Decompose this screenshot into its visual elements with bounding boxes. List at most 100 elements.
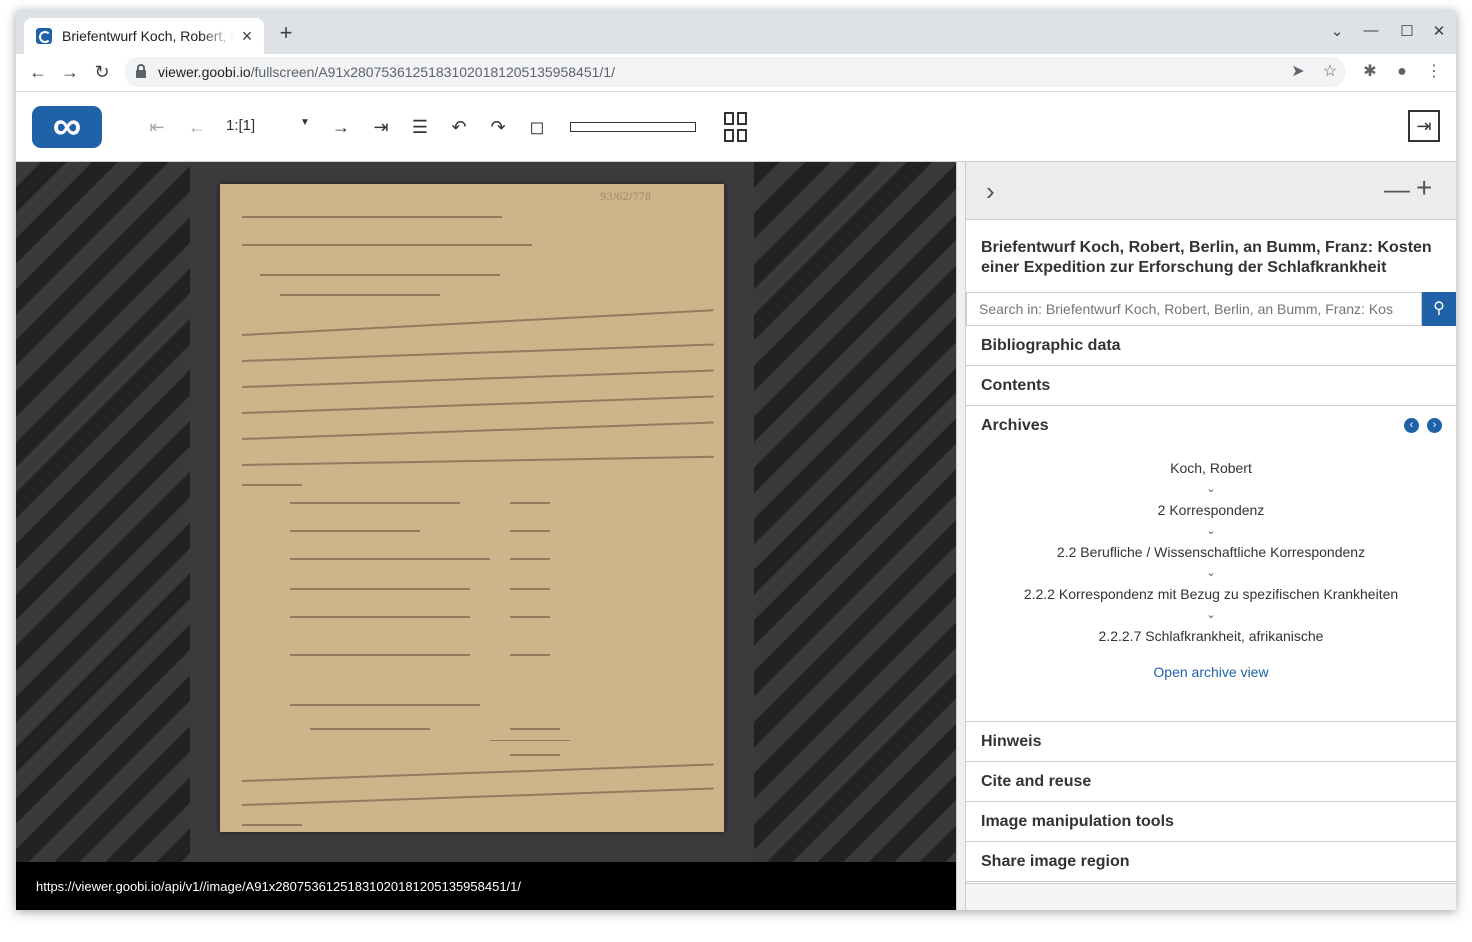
chevron-down-icon: ⌄ bbox=[1206, 483, 1216, 495]
search-box: ⚲ bbox=[966, 292, 1456, 326]
maximize-icon[interactable]: ☐ bbox=[1398, 22, 1416, 40]
address-bar[interactable]: viewer.goobi.io/fullscreen/A91x280753612… bbox=[124, 57, 1346, 87]
handwriting-line bbox=[241, 763, 714, 782]
exit-fullscreen-icon[interactable]: ⇥ bbox=[1408, 110, 1440, 142]
handwriting-line bbox=[310, 728, 430, 730]
reset-image-icon[interactable]: ◻ bbox=[524, 114, 550, 140]
rotate-right-icon[interactable]: ↷ bbox=[485, 114, 511, 140]
handwriting-line bbox=[241, 343, 714, 362]
handwriting-line bbox=[241, 421, 714, 440]
last-page-icon[interactable]: ⇥ bbox=[368, 114, 394, 140]
handwriting-line bbox=[242, 484, 302, 486]
collapse-sidebar-icon[interactable]: › bbox=[986, 176, 995, 207]
thumbnail-grid-icon[interactable] bbox=[724, 112, 748, 142]
section-image-manipulation-tools[interactable]: Image manipulation tools bbox=[966, 802, 1456, 842]
zoom-out-icon[interactable]: — bbox=[1384, 174, 1410, 205]
goobi-logo[interactable]: ∞ bbox=[32, 106, 102, 148]
new-tab-button[interactable]: + bbox=[276, 22, 296, 44]
handwriting-line bbox=[510, 654, 550, 656]
sidebar-panel: Briefentwurf Koch, Robert, Berlin, an Bu… bbox=[966, 220, 1456, 884]
handwriting-line bbox=[290, 616, 470, 618]
forward-icon[interactable]: → bbox=[58, 60, 82, 84]
close-tab-icon[interactable]: × bbox=[238, 26, 256, 47]
section-label: Hinweis bbox=[981, 733, 1042, 750]
section-contents[interactable]: Contents bbox=[966, 366, 1456, 406]
section-label: Cite and reuse bbox=[981, 773, 1092, 790]
extensions-icon[interactable]: ✱ bbox=[1358, 60, 1382, 84]
tab-strip: Briefentwurf Koch, Robert, Berlin, an Bu… bbox=[16, 10, 1456, 54]
archive-next-icon[interactable]: › bbox=[1427, 418, 1442, 433]
menu-icon[interactable]: ⋮ bbox=[1422, 60, 1446, 84]
url-host: viewer.goobi.io bbox=[158, 64, 251, 80]
handwriting-line bbox=[490, 740, 570, 741]
lock-icon bbox=[136, 64, 146, 78]
handwriting-line bbox=[241, 455, 714, 466]
section-label: Archives bbox=[981, 417, 1049, 434]
section-label: Share image region bbox=[981, 853, 1130, 870]
image-url-bar: https://viewer.goobi.io/api/v1//image/A9… bbox=[16, 862, 956, 910]
search-icon[interactable]: ⚲ bbox=[1422, 292, 1456, 326]
handwriting-line bbox=[510, 558, 550, 560]
minimize-icon[interactable]: — bbox=[1362, 22, 1380, 39]
tab-title: Briefentwurf Koch, Robert, Berlin, an Bu… bbox=[62, 28, 234, 44]
panel-resize-handle[interactable] bbox=[956, 162, 966, 910]
profile-icon[interactable]: ● bbox=[1390, 60, 1414, 84]
handwriting-line bbox=[290, 558, 490, 560]
zoom-in-icon[interactable]: + bbox=[1416, 172, 1432, 204]
star-icon[interactable]: ☆ bbox=[1318, 60, 1342, 84]
handwriting-line bbox=[510, 588, 550, 590]
handwriting-line bbox=[510, 754, 560, 756]
open-archive-view-link[interactable]: Open archive view bbox=[966, 664, 1456, 680]
handwriting-line bbox=[510, 616, 550, 618]
handwriting-line bbox=[510, 530, 550, 532]
archive-stamp: 93/62/778 bbox=[600, 192, 652, 203]
rotate-left-icon[interactable]: ↶ bbox=[446, 114, 472, 140]
section-share-image-region[interactable]: Share image region bbox=[966, 842, 1456, 882]
single-page-view-icon[interactable]: ☰ bbox=[407, 114, 433, 140]
handwriting-line bbox=[241, 369, 714, 388]
browser-toolbar: ← → ↻ viewer.goobi.io/fullscreen/A91x280… bbox=[16, 54, 1456, 92]
section-label: Bibliographic data bbox=[981, 337, 1121, 354]
section-label: Contents bbox=[981, 377, 1051, 394]
section-cite-and-reuse[interactable]: Cite and reuse bbox=[966, 762, 1456, 802]
next-page-icon[interactable]: → bbox=[328, 114, 354, 140]
section-hinweis[interactable]: Hinweis bbox=[966, 722, 1456, 762]
first-page-icon[interactable]: ⇤ bbox=[144, 114, 170, 140]
browser-tab[interactable]: Briefentwurf Koch, Robert, Berlin, an Bu… bbox=[24, 18, 264, 54]
window-close-icon[interactable]: ✕ bbox=[1430, 22, 1448, 40]
document-title: Briefentwurf Koch, Robert, Berlin, an Bu… bbox=[981, 239, 1432, 276]
handwriting-line bbox=[290, 502, 460, 504]
handwriting-line bbox=[280, 294, 440, 296]
reload-icon[interactable]: ↻ bbox=[90, 60, 114, 84]
archive-tree-item[interactable]: 2.2 Berufliche / Wissenschaftliche Korre… bbox=[966, 544, 1456, 560]
handwriting-line bbox=[241, 395, 714, 414]
handwriting-line bbox=[242, 216, 502, 218]
archive-tree-item[interactable]: Koch, Robert bbox=[966, 460, 1456, 476]
handwriting-line bbox=[241, 787, 714, 806]
chevron-down-icon: ⌄ bbox=[1206, 567, 1216, 579]
manuscript-image[interactable]: 93/62/778 bbox=[220, 184, 724, 832]
archive-previous-icon[interactable]: ‹ bbox=[1404, 418, 1419, 433]
tab-search-icon[interactable]: ⌄ bbox=[1328, 22, 1346, 40]
favicon-icon bbox=[36, 28, 52, 44]
page-select[interactable]: 1:[1] bbox=[226, 117, 255, 134]
handwriting-line bbox=[241, 309, 714, 336]
url-path: /fullscreen/A91x280753612518310201812051… bbox=[250, 64, 615, 80]
handwriting-line bbox=[510, 502, 550, 504]
archive-tree-item[interactable]: 2 Korrespondenz bbox=[966, 502, 1456, 518]
image-viewer[interactable]: 93/62/778 bbox=[16, 162, 956, 862]
back-icon[interactable]: ← bbox=[26, 60, 50, 84]
chevron-down-icon: ⌄ bbox=[1206, 525, 1216, 537]
handwriting-line bbox=[290, 654, 470, 656]
zoom-slider[interactable] bbox=[570, 122, 696, 132]
handwriting-line bbox=[260, 274, 500, 276]
archive-tree-item[interactable]: 2.2.2.7 Schlafkrankheit, afrikanische bbox=[966, 628, 1456, 644]
chevron-down-icon: ⌄ bbox=[1206, 609, 1216, 621]
previous-page-icon[interactable]: ← bbox=[184, 114, 210, 140]
archive-tree-item[interactable]: 2.2.2 Korrespondenz mit Bezug zu spezifi… bbox=[966, 586, 1456, 602]
page-select-caret-icon[interactable]: ▼ bbox=[300, 117, 310, 128]
url-text: viewer.goobi.io/fullscreen/A91x280753612… bbox=[158, 64, 615, 80]
send-icon[interactable]: ➤ bbox=[1286, 60, 1310, 84]
section-bibliographic-data[interactable]: Bibliographic data bbox=[966, 326, 1456, 366]
search-input[interactable] bbox=[966, 292, 1422, 326]
